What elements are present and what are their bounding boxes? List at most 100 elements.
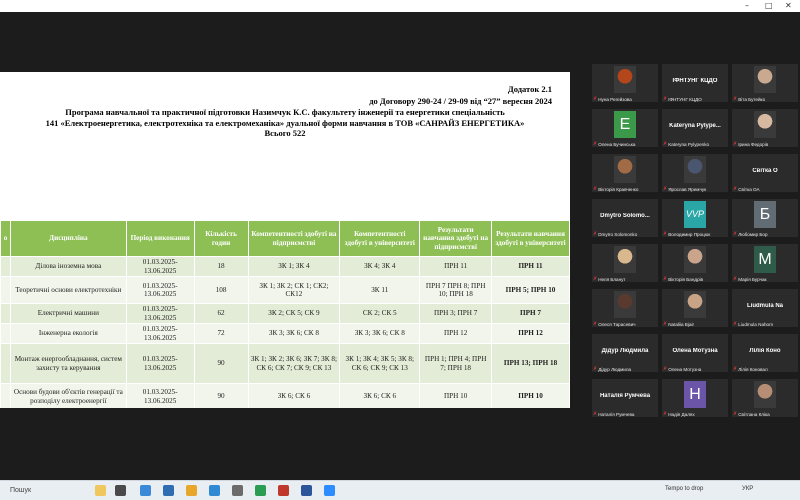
- participant-tile[interactable]: Kateryna Pylype... ✗ Kateryna Pylypenko: [662, 109, 728, 147]
- zoom-icon[interactable]: [324, 485, 335, 496]
- muted-mic-icon: ✗: [663, 321, 668, 327]
- participant-tile[interactable]: ✗ Нуна Регейзова: [592, 64, 658, 102]
- language-indicator[interactable]: УКР: [742, 486, 753, 492]
- participant-tile[interactable]: VVP ✗ Володимир Процюк: [662, 199, 728, 237]
- table-header-cell: Результати навчання здобуті в університе…: [491, 220, 570, 257]
- participant-tile[interactable]: ✗ Олеся Тарасевич: [592, 289, 658, 327]
- participant-tile[interactable]: Liudmula Na ✗ Liudmula Nahorn: [732, 289, 798, 327]
- participant-video: [614, 66, 636, 93]
- participant-name: Володимир Процюк: [668, 231, 711, 237]
- table-cell: СК 2; СК 5: [339, 303, 421, 324]
- participant-display-name: Kateryna Pylype...: [669, 123, 721, 129]
- participant-video: [684, 156, 706, 183]
- participant-video: [754, 381, 776, 408]
- participant-video: [754, 111, 776, 138]
- muted-mic-icon: ✗: [593, 186, 598, 192]
- settings-icon[interactable]: [232, 485, 243, 496]
- table-cell: ПРН 13; ПРН 18: [491, 343, 570, 384]
- table-cell: Електричні машини: [9, 303, 127, 324]
- taskbar-search[interactable]: Пошук: [0, 483, 80, 499]
- participant-name: Вікторія Кравченко: [598, 186, 639, 192]
- table-cell: 01.03.2025-13.06.2025: [125, 323, 195, 344]
- taskbar-app-icon[interactable]: [95, 485, 106, 496]
- muted-mic-icon: ✗: [733, 411, 738, 417]
- participant-tile[interactable]: ✗ Неля Бланут: [592, 244, 658, 282]
- participant-name-tag: ✗ Лілія Коновал: [733, 366, 768, 372]
- participant-display-name: Dmytro Solomo...: [600, 213, 650, 219]
- muted-mic-icon: ✗: [663, 231, 668, 237]
- participant-tile[interactable]: Олена Мотузна ✗ Олена Мотузна: [662, 334, 728, 372]
- table-row: Теоретичні основи електротехніки 01.03.20…: [0, 276, 570, 304]
- participant-tile[interactable]: Dmytro Solomo... ✗ Dmytro Solomonko: [592, 199, 658, 237]
- minimize-icon[interactable]: –: [745, 1, 749, 10]
- table-cell: 01.03.2025-13.06.2025: [125, 383, 195, 408]
- file-explorer-icon[interactable]: [186, 485, 197, 496]
- participant-tile[interactable]: H ✗ Надія Далях: [662, 379, 728, 417]
- participant-name-tag: ✗ Вікторія Бандрів: [663, 276, 703, 282]
- table-header-cell: Компетентності здобуті на підприємстві: [247, 220, 341, 257]
- app-icon-red[interactable]: [278, 485, 289, 496]
- participant-name-tag: ✗ Марія Бурчак: [733, 276, 767, 282]
- table-cell: 01.03.2025-13.06.2025: [125, 256, 195, 277]
- participant-name: Ярослав Яремчук: [668, 186, 707, 192]
- participant-name: Олеся Тарасевич: [598, 321, 636, 327]
- table-header-cell: Компетентності здобуті в університеті: [339, 220, 421, 257]
- browser-icon[interactable]: [209, 485, 220, 496]
- participant-name-tag: ✗ Любомир Бор: [733, 231, 768, 237]
- participant-tile[interactable]: M ✗ Марія Бурчак: [732, 244, 798, 282]
- participant-tile[interactable]: ✗ Ярослав Яремчук: [662, 154, 728, 192]
- participant-name-tag: ✗ Світлана Кліка: [733, 411, 770, 417]
- table-cell: ПРН 7 ПРН 8; ПРН 10; ПРН 18: [419, 276, 493, 304]
- participant-video: [614, 156, 636, 183]
- participant-tile[interactable]: E ✗ Олена Бучинська: [592, 109, 658, 147]
- participant-tile[interactable]: ✗ Nataliia Bjair: [662, 289, 728, 327]
- participant-display-name: Наталія Румчева: [599, 393, 651, 399]
- participant-name: Олена Бучинська: [598, 141, 636, 147]
- store-icon[interactable]: [163, 485, 174, 496]
- participant-tile[interactable]: Дідур Людмила ✗ Дідур Людмила: [592, 334, 658, 372]
- participant-name-tag: ✗ ІФНТУНГ КЦДО: [663, 96, 702, 102]
- participant-name: Неля Бланут: [598, 276, 626, 282]
- table-cell: 62: [193, 303, 249, 324]
- table-cell: [0, 383, 11, 408]
- maximize-icon[interactable]: □: [765, 1, 773, 10]
- table-header-row: о Дисципліна Період виконання Кількість год…: [0, 220, 570, 257]
- participant-tile[interactable]: ✗ Світлана Кліка: [732, 379, 798, 417]
- muted-mic-icon: ✗: [593, 141, 598, 147]
- participant-name: Любомир Бор: [738, 231, 768, 237]
- participant-tile[interactable]: Лілія Коно ✗ Лілія Коновал: [732, 334, 798, 372]
- participant-tile[interactable]: Наталія Румчева ✗ Наталія Румчева: [592, 379, 658, 417]
- muted-mic-icon: ✗: [733, 186, 738, 192]
- participant-tile[interactable]: ІФНТУНГ КЦДО ✗ ІФНТУНГ КЦДО: [662, 64, 728, 102]
- participant-name-tag: ✗ Світка ОА: [733, 186, 760, 192]
- muted-mic-icon: ✗: [593, 411, 598, 417]
- participant-video: [754, 66, 776, 93]
- table-row: Ділова іноземна мова 01.03.2025-13.06.202…: [0, 256, 570, 277]
- table-cell: Монтаж енергообладнання, систем захисту …: [9, 343, 127, 384]
- participant-tile[interactable]: Світка О ✗ Світка ОА: [732, 154, 798, 192]
- participant-name-tag: ✗ Dmytro Solomonko: [593, 231, 637, 237]
- task-view-icon[interactable]: [115, 485, 126, 496]
- muted-mic-icon: ✗: [663, 141, 668, 147]
- study-plan-table: о Дисципліна Період виконання Кількість год…: [0, 220, 570, 408]
- participant-tile[interactable]: ✗ Вікторія Бандрів: [662, 244, 728, 282]
- participant-name-tag: ✗ Надія Далях: [663, 411, 695, 417]
- participant-tile[interactable]: Б ✗ Любомир Бор: [732, 199, 798, 237]
- table-cell: 01.03.2025-13.06.2025: [125, 303, 195, 324]
- participant-tile[interactable]: ✗ Ірина Федорів: [732, 109, 798, 147]
- edge-icon[interactable]: [140, 485, 151, 496]
- table-cell: ЗК 1; ЗК 4; ЗК 5; ЗК 8; СК 6; СК 9; СК 1…: [339, 343, 421, 384]
- participant-name-tag: ✗ Олена Бучинська: [593, 141, 635, 147]
- participant-name: Світлана Кліка: [738, 411, 770, 417]
- muted-mic-icon: ✗: [593, 96, 598, 102]
- close-icon[interactable]: ✕: [785, 1, 792, 10]
- participant-tile[interactable]: ✗ Віта Бутейко: [732, 64, 798, 102]
- table-cell: ПРН 3; ПРН 7: [419, 303, 493, 324]
- participant-tile[interactable]: ✗ Вікторія Кравченко: [592, 154, 658, 192]
- table-cell: [0, 323, 11, 344]
- word-icon[interactable]: [301, 485, 312, 496]
- chrome-icon[interactable]: [255, 485, 266, 496]
- table-cell: ПРН 12: [419, 323, 493, 344]
- muted-mic-icon: ✗: [733, 366, 738, 372]
- participant-video: [614, 291, 636, 318]
